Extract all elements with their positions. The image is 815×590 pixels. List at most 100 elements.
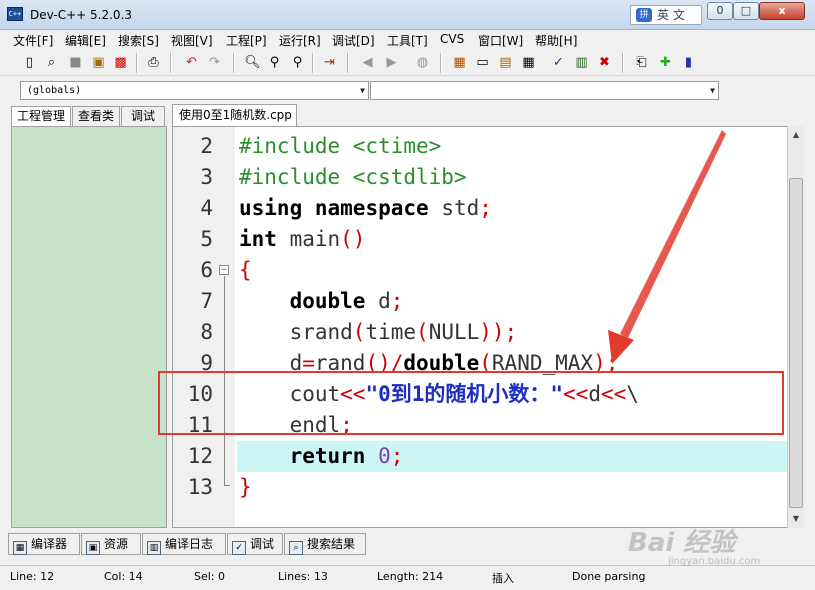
maximize-button[interactable]: □ (733, 2, 759, 20)
code-token: namespace (314, 196, 429, 220)
new-project-icon[interactable]: ⎗ (632, 53, 651, 72)
code-line[interactable]: 7 double d; (173, 286, 788, 317)
redo-icon[interactable]: ↷ (205, 53, 224, 72)
code-token: d (365, 289, 391, 313)
tab-class-view[interactable]: 查看类 (72, 106, 120, 126)
menu-edit[interactable]: 编辑[E] (65, 32, 106, 49)
tab-search-results-label: 搜索结果 (307, 537, 356, 551)
stop-icon[interactable]: ✖ (595, 53, 614, 72)
close-button[interactable]: x (759, 2, 805, 20)
code-text: using namespace std; (237, 193, 788, 224)
line-number: 6 (200, 258, 213, 282)
tab-compiler-label: 编译器 (31, 537, 68, 551)
bookmark-goto-icon[interactable]: ▶ (382, 53, 401, 72)
code-token: 0 (378, 444, 391, 468)
line-number: 3 (200, 165, 213, 189)
symbol-select[interactable]: ▼ (370, 81, 719, 100)
fold-collapse-icon[interactable]: − (219, 265, 229, 275)
code-line[interactable]: 5 int main() (173, 224, 788, 255)
menu-cvs[interactable]: CVS (440, 32, 464, 46)
status-insert-mode: 插入 (492, 572, 514, 585)
menu-view[interactable]: 视图[V] (171, 32, 213, 49)
code-token: time (365, 320, 417, 344)
menu-file[interactable]: 文件[F] (13, 32, 53, 49)
tab-resources-label: 资源 (104, 537, 129, 551)
find-icon[interactable]: 🔍︎ (243, 53, 262, 72)
rebuild-icon[interactable]: ▦ (519, 53, 538, 72)
save-all-icon[interactable]: ▣ (89, 53, 108, 72)
save-file-icon[interactable]: ■ (66, 53, 85, 72)
tab-debug[interactable]: 调试 (121, 106, 165, 126)
editor-vertical-scrollbar[interactable]: ▲ ▼ (787, 126, 804, 528)
print-icon[interactable]: ⎙ (144, 53, 163, 72)
comment-icon[interactable]: ◍ (413, 53, 432, 72)
menu-run[interactable]: 运行[R] (279, 32, 321, 49)
menu-help[interactable]: 帮助[H] (535, 32, 577, 49)
code-token: ( (416, 320, 429, 344)
menu-tools[interactable]: 工具[T] (387, 32, 428, 49)
code-line[interactable]: 2 #include <ctime> (173, 131, 788, 162)
bottom-panel-tabs: ▦ 编译器 ▣ 资源 ▥ 编译日志 ✓ 调试 ⌕ 搜索结果 (8, 533, 458, 555)
scroll-up-icon[interactable]: ▲ (788, 126, 804, 143)
code-line[interactable]: 3 #include <cstdlib> (173, 162, 788, 193)
code-token: ; (390, 289, 404, 313)
new-file-icon[interactable]: ▯ (20, 53, 39, 72)
code-token: ; (390, 444, 404, 468)
tab-search-results[interactable]: ⌕ 搜索结果 (284, 533, 366, 555)
status-lines: Lines: 13 (278, 570, 328, 583)
menu-window[interactable]: 窗口[W] (478, 32, 523, 49)
tab-compiler[interactable]: ▦ 编译器 (8, 533, 80, 555)
code-line[interactable]: 12 return 0; (173, 441, 788, 472)
compile-run-icon[interactable]: ▤ (496, 53, 515, 72)
tab-resources[interactable]: ▣ 资源 (81, 533, 141, 555)
run-icon[interactable]: ▭ (473, 53, 492, 72)
toolbar-separator (170, 53, 172, 73)
project-tree-panel[interactable] (11, 126, 167, 528)
code-line[interactable]: 6−{ (173, 255, 788, 286)
compile-icon[interactable]: ▦ (450, 53, 469, 72)
undo-icon[interactable]: ↶ (182, 53, 201, 72)
search-results-icon: ⌕ (289, 541, 303, 555)
toolbar-separator (136, 53, 138, 73)
menu-search[interactable]: 搜索[S] (118, 32, 159, 49)
tab-debug-output[interactable]: ✓ 调试 (227, 533, 283, 555)
code-text: int main() (237, 224, 788, 255)
menu-project[interactable]: 工程[P] (226, 32, 267, 49)
replace-icon[interactable]: ⚲ (265, 53, 284, 72)
bookmark-toggle-icon[interactable]: ◀ (358, 53, 377, 72)
code-token: return (289, 444, 366, 468)
goto-line-icon[interactable]: ⇥ (320, 53, 339, 72)
window-title: Dev-C++ 5.2.0.3 (30, 8, 133, 22)
open-file-icon[interactable]: ⌕ (42, 53, 61, 72)
toolbar-separator (440, 53, 442, 73)
add-file-icon[interactable]: ✚ (656, 53, 675, 72)
remove-file-icon[interactable]: ▮ (679, 53, 698, 72)
code-line[interactable]: 4 using namespace std; (173, 193, 788, 224)
debug-chart-icon[interactable]: ▥ (572, 53, 591, 72)
minimize-button[interactable]: 0 (707, 2, 733, 20)
line-number: 2 (200, 134, 213, 158)
find-next-icon[interactable]: ⚲ (288, 53, 307, 72)
close-file-icon[interactable]: ▩ (111, 53, 130, 72)
scope-select[interactable]: (globals) ▼ (20, 81, 369, 100)
code-line[interactable]: 13} (173, 472, 788, 503)
code-line[interactable]: 8 srand(time(NULL)); (173, 317, 788, 348)
ime-indicator[interactable]: 拼 英 文 (630, 5, 702, 25)
code-token: ( (352, 320, 366, 344)
baidu-watermark-url: jingyan.baidu.com (668, 556, 761, 567)
check-syntax-icon[interactable]: ✓ (549, 53, 568, 72)
annotation-highlight-box (158, 371, 784, 435)
tab-project-manager[interactable]: 工程管理 (11, 106, 71, 127)
code-lines: 2 #include <ctime> 3 #include <cstdlib> 4 usi… (173, 131, 788, 503)
ime-label: 英 文 (657, 8, 685, 22)
code-editor[interactable]: 2 #include <ctime> 3 #include <cstdlib> 4 usi… (172, 126, 804, 528)
tab-compile-log[interactable]: ▥ 编译日志 (142, 533, 226, 555)
code-text: double d; (237, 286, 788, 317)
scroll-down-icon[interactable]: ▼ (788, 510, 804, 527)
editor-file-tab[interactable]: 使用0至1随机数.cpp (172, 104, 297, 126)
menu-debug[interactable]: 调试[D] (332, 32, 375, 49)
scroll-thumb[interactable] (789, 178, 803, 508)
